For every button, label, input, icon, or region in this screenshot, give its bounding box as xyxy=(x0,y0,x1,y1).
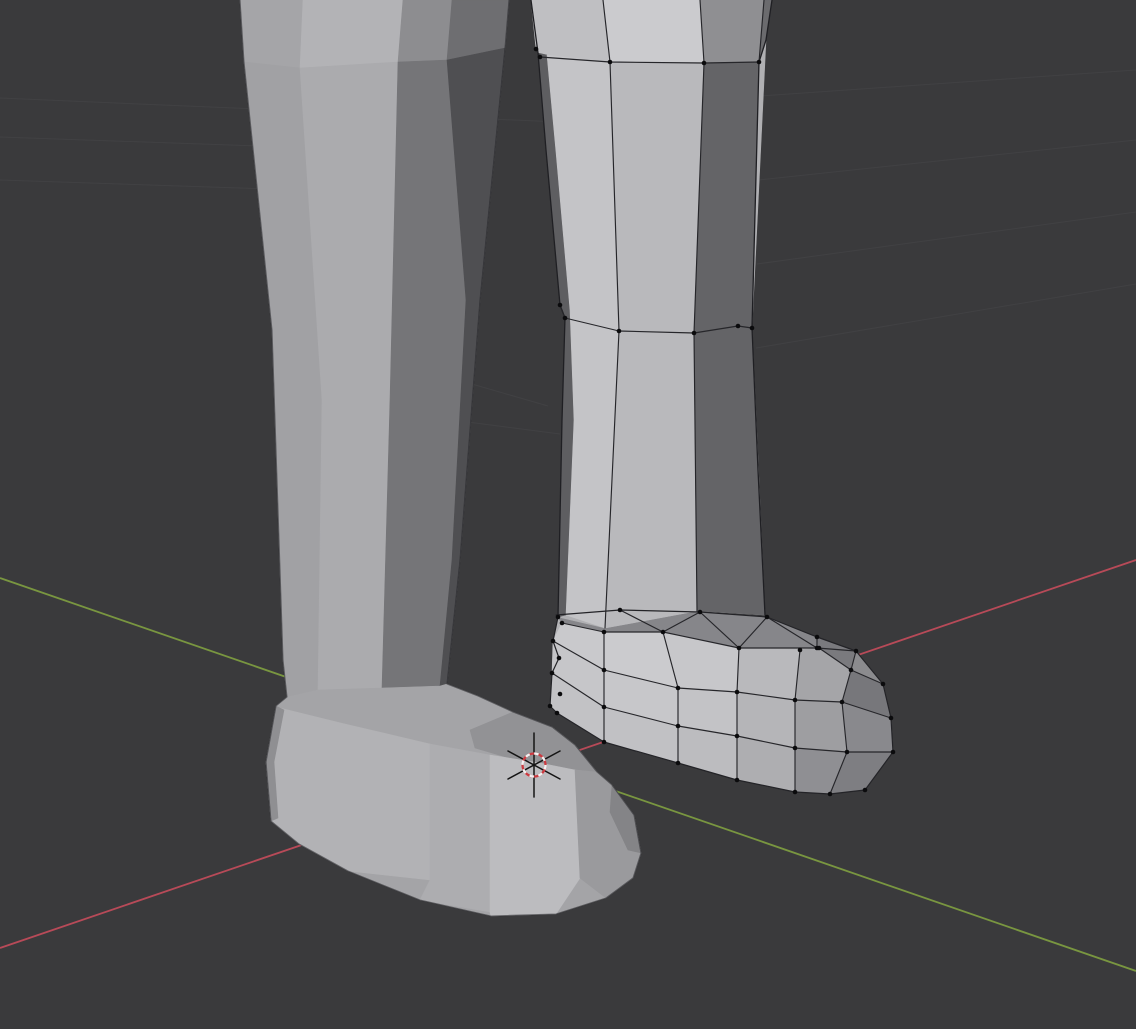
vertex[interactable] xyxy=(815,635,820,640)
vertex[interactable] xyxy=(602,705,607,710)
right-foot-quad[interactable] xyxy=(737,648,800,700)
vertex[interactable] xyxy=(548,704,553,709)
vertex[interactable] xyxy=(558,303,563,308)
vertex[interactable] xyxy=(676,724,681,729)
vertex[interactable] xyxy=(538,55,543,60)
vertex[interactable] xyxy=(765,615,770,620)
vertex[interactable] xyxy=(845,750,850,755)
vertex[interactable] xyxy=(735,778,740,783)
vertex[interactable] xyxy=(889,716,894,721)
vertex[interactable] xyxy=(793,790,798,795)
vertex[interactable] xyxy=(617,329,622,334)
vertex[interactable] xyxy=(736,324,741,329)
right-thigh-facet-center[interactable] xyxy=(603,0,704,63)
right-foot-quad[interactable] xyxy=(795,700,847,752)
right-thigh-facet-right[interactable] xyxy=(700,0,764,63)
vertex[interactable] xyxy=(840,700,845,705)
vertex[interactable] xyxy=(735,734,740,739)
vertex[interactable] xyxy=(676,761,681,766)
vertex[interactable] xyxy=(798,648,803,653)
vertex[interactable] xyxy=(551,639,556,644)
vertex[interactable] xyxy=(854,649,859,654)
vertex[interactable] xyxy=(698,610,703,615)
vertex[interactable] xyxy=(602,630,607,635)
left-foot-side-mid[interactable] xyxy=(420,744,490,912)
vertex[interactable] xyxy=(849,668,854,673)
vertex[interactable] xyxy=(618,608,623,613)
vertex[interactable] xyxy=(560,621,565,626)
vertex[interactable] xyxy=(757,60,762,65)
vertex[interactable] xyxy=(828,792,833,797)
vertex[interactable] xyxy=(563,316,568,321)
vertex[interactable] xyxy=(558,692,563,697)
vertex[interactable] xyxy=(750,326,755,331)
vertex[interactable] xyxy=(817,646,822,651)
vertex[interactable] xyxy=(534,47,539,52)
left-knee-facet-left[interactable] xyxy=(240,0,303,68)
left-foot-side-toe-bright[interactable] xyxy=(490,755,580,916)
right-calf-facet-center[interactable] xyxy=(605,62,704,628)
vertex[interactable] xyxy=(702,61,707,66)
vertex[interactable] xyxy=(793,698,798,703)
viewport-3d[interactable] xyxy=(0,0,1136,1029)
vertex[interactable] xyxy=(881,682,886,687)
vertex[interactable] xyxy=(737,646,742,651)
vertex[interactable] xyxy=(557,656,562,661)
vertex[interactable] xyxy=(602,740,607,745)
vertex[interactable] xyxy=(676,686,681,691)
vertex[interactable] xyxy=(556,615,561,620)
vertex[interactable] xyxy=(602,668,607,673)
vertex[interactable] xyxy=(863,788,868,793)
vertex[interactable] xyxy=(692,331,697,336)
left-knee-facet-center[interactable] xyxy=(300,0,403,68)
vertex[interactable] xyxy=(735,690,740,695)
vertex[interactable] xyxy=(793,746,798,751)
left-knee-facet-right[interactable] xyxy=(398,0,452,62)
vertex[interactable] xyxy=(550,671,555,676)
vertex[interactable] xyxy=(608,60,613,65)
right-thigh-facet-left[interactable] xyxy=(531,0,610,62)
vertex[interactable] xyxy=(661,630,666,635)
blender-3d-viewport-window[interactable] xyxy=(0,0,1136,1029)
vertex[interactable] xyxy=(555,711,560,716)
vertex[interactable] xyxy=(891,750,896,755)
